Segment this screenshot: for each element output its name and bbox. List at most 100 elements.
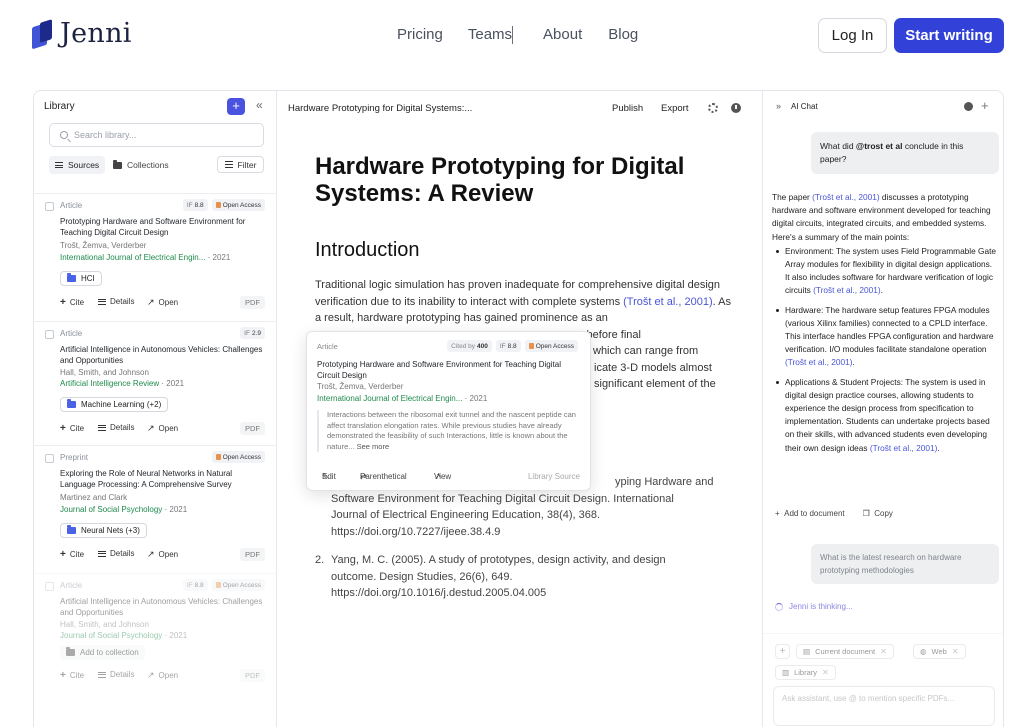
nav-links: Pricing Teams About Blog	[397, 26, 638, 44]
cite-button[interactable]: + Cite	[60, 549, 84, 560]
source-journal-name: Journal of Social Psychology	[60, 505, 163, 514]
details-label: Details	[110, 549, 135, 558]
nav-link-blog[interactable]: Blog	[608, 26, 638, 43]
filter-label: Filter	[237, 159, 257, 170]
section-heading[interactable]: Introduction	[315, 239, 420, 262]
close-icon[interactable]: ✕	[822, 668, 829, 677]
nav-link-pricing[interactable]: Pricing	[397, 26, 443, 43]
history-icon[interactable]	[731, 103, 741, 113]
folder-add-icon	[66, 647, 75, 656]
publish-button[interactable]: Publish	[612, 103, 643, 114]
pdf-badge[interactable]: PDF	[240, 296, 265, 309]
cite-label: Cite	[69, 424, 85, 433]
export-button[interactable]: Export	[661, 103, 688, 114]
see-more-link[interactable]: See more	[357, 442, 390, 451]
jenni-logo[interactable]: Jenni	[32, 18, 132, 49]
source-card[interactable]: Article IF 2.9 Artificial Intelligence in…	[34, 321, 277, 445]
pdf-badge[interactable]: PDF	[240, 422, 265, 435]
close-icon[interactable]: ✕	[952, 647, 959, 656]
collection-tag[interactable]: Neural Nets (+3)	[60, 523, 147, 538]
source-card[interactable]: Article IF 8.8 Open Access Prototyping Ha…	[34, 193, 277, 321]
add-to-collection-button[interactable]: Add to collection	[60, 645, 145, 660]
details-button[interactable]: Details	[98, 549, 134, 558]
collapse-library-icon[interactable]: «	[256, 98, 263, 112]
open-button[interactable]: ↗ Open	[147, 423, 178, 434]
open-access-label: Open Access	[535, 342, 574, 350]
source-checkbox[interactable]	[45, 582, 54, 591]
citation-popup[interactable]: Article Cited by 400 IF 8.8 Open Access Pr…	[306, 331, 591, 491]
filter-button[interactable]: Filter	[217, 156, 264, 173]
open-button[interactable]: ↗ Open	[147, 670, 178, 681]
chat-citation[interactable]: (Trošt et al., 2001)	[813, 285, 880, 295]
chat-title: AI Chat	[791, 102, 818, 111]
collection-tag[interactable]: HCI	[60, 271, 102, 286]
cite-button[interactable]: + Cite	[60, 670, 84, 681]
collection-tag-label: Neural Nets (+3)	[81, 526, 140, 535]
chat-composer: + ▤ Current document ✕ ◍ Web ✕ ▥ Library ✕ Ask…	[763, 633, 1003, 727]
impact-icon: IF	[186, 581, 193, 589]
popup-year: 2021	[469, 394, 488, 403]
source-actions: + Cite Details ↗ Open PDF	[60, 296, 265, 311]
copy-icon: ❐	[862, 509, 875, 518]
details-button[interactable]: Details	[98, 297, 134, 306]
assistant-actions: + Add to document ❐ Copy	[775, 509, 893, 518]
new-chat-icon[interactable]: +	[981, 98, 989, 113]
source-authors: Trošt, Žemva, Verderber	[60, 241, 147, 250]
source-checkbox[interactable]	[45, 330, 54, 339]
source-card[interactable]: Article IF 8.8 Open Access Artificial Int…	[34, 573, 277, 727]
open-button[interactable]: ↗ Open	[147, 549, 178, 560]
pdf-badge[interactable]: PDF	[240, 669, 265, 682]
chip-label: Web	[931, 647, 947, 656]
document-title[interactable]: Hardware Prototyping for Digital Systems…	[315, 153, 715, 207]
cite-button[interactable]: + Cite	[60, 297, 84, 308]
impact-value: 8.8	[507, 342, 517, 350]
start-writing-button[interactable]: Start writing	[894, 18, 1004, 53]
nav-link-teams[interactable]: Teams	[468, 26, 514, 44]
source-card[interactable]: Preprint Open Access Exploring the Role …	[34, 445, 277, 573]
document-breadcrumb[interactable]: Hardware Prototyping for Digital Systems…	[288, 103, 472, 114]
context-chip-web[interactable]: ◍ Web ✕	[913, 644, 966, 659]
search-library-input[interactable]: Search library...	[49, 123, 264, 147]
expand-chat-icon[interactable]: »	[776, 101, 781, 111]
source-checkbox[interactable]	[45, 454, 54, 463]
login-button[interactable]: Log In	[818, 18, 887, 53]
tab-collections[interactable]: Collections	[113, 156, 169, 174]
source-authors: Martinez and Clark	[60, 493, 128, 502]
close-icon[interactable]: ✕	[880, 647, 887, 656]
impact-value: 2.9	[251, 329, 261, 337]
context-chip-library[interactable]: ▥ Library ✕	[775, 665, 836, 680]
gear-icon[interactable]	[708, 103, 718, 113]
history-icon[interactable]	[964, 102, 973, 111]
add-source-button[interactable]: +	[227, 98, 245, 115]
add-to-document-button[interactable]: + Add to document	[775, 509, 845, 518]
list-icon	[55, 162, 63, 168]
chat-citation[interactable]: (Trošt et al., 2001)	[870, 443, 937, 453]
source-checkbox[interactable]	[45, 202, 54, 211]
top-nav: Jenni Pricing Teams About Blog Log In St…	[0, 0, 1024, 70]
details-button[interactable]: Details	[98, 670, 134, 679]
chat-citation[interactable]: (Trošt et al., 2001)	[785, 357, 852, 367]
paragraph-fragment: icate 3-D models almost	[594, 361, 712, 374]
impact-value: 8.8	[194, 581, 204, 589]
library-title: Library	[44, 101, 75, 112]
copy-label: Copy	[874, 509, 893, 518]
cite-button[interactable]: + Cite	[60, 423, 84, 434]
chat-header: » AI Chat +	[763, 91, 1003, 121]
open-access-badge: Open Access	[211, 579, 265, 591]
assistant-intro: The paper (Trošt et al., 2001) discusses…	[772, 191, 997, 244]
inline-citation[interactable]: (Trošt et al., 2001)	[623, 296, 712, 308]
nav-link-about[interactable]: About	[543, 26, 582, 43]
context-chip-current-document[interactable]: ▤ Current document ✕	[796, 644, 894, 659]
chat-citation[interactable]: (Trošt et al., 2001)	[812, 192, 879, 202]
tab-sources-label: Sources	[68, 160, 100, 170]
details-icon	[98, 550, 106, 557]
tab-sources[interactable]: Sources	[49, 156, 106, 174]
collection-tag[interactable]: Machine Learning (+2)	[60, 397, 169, 412]
source-type: Article	[60, 329, 83, 338]
chat-input[interactable]: Ask assistant, use @ to mention specific…	[773, 686, 995, 726]
open-button[interactable]: ↗ Open	[147, 297, 178, 308]
pdf-badge[interactable]: PDF	[240, 548, 265, 561]
copy-button[interactable]: ❐ Copy	[863, 509, 893, 518]
details-button[interactable]: Details	[98, 423, 134, 432]
add-context-button[interactable]: +	[775, 644, 790, 659]
